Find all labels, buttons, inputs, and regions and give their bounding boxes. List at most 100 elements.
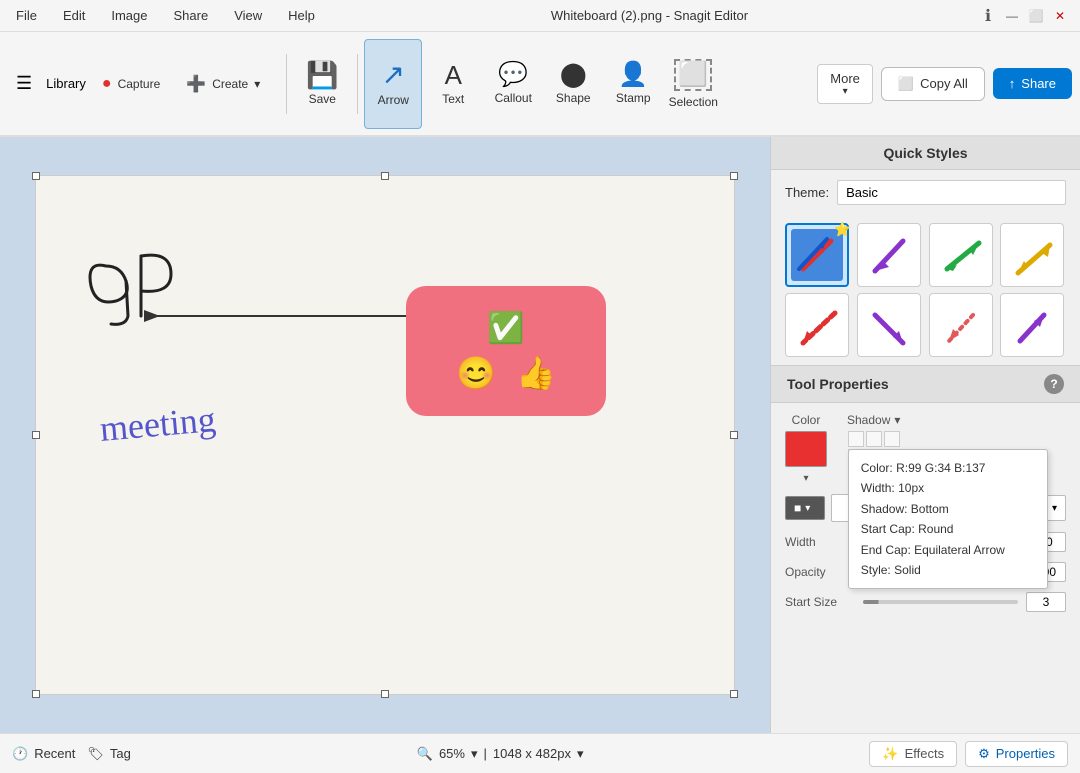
handle-tl[interactable] [32,172,40,180]
library-button[interactable]: Library [46,76,86,91]
properties-icon: ⚙ [978,746,990,762]
handle-bl[interactable] [32,690,40,698]
stamp-tool-button[interactable]: 👤 Stamp [604,39,662,129]
handwriting-meeting: meeting [96,396,346,459]
zoom-level[interactable]: 65% [439,746,465,761]
menu-image[interactable]: Image [107,6,151,25]
menu-view[interactable]: View [230,6,266,25]
handle-bc[interactable] [381,690,389,698]
arrow-dropdown-icon[interactable]: ▾ [1052,503,1057,514]
callout-tool-button[interactable]: 💬 Callout [484,39,542,129]
dimensions-dropdown-icon[interactable]: ▾ [577,746,584,762]
window-title: Whiteboard (2).png - Snagit Editor [319,8,980,23]
color-section: Color ▾ [785,413,827,484]
create-button[interactable]: ➕ Create ▾ [176,66,270,102]
canvas-area[interactable]: meeting ✅ [0,137,770,733]
width-label: Width [785,535,855,549]
bottom-left-section: 🕐 Recent 🏷 Tag [12,746,131,762]
zoom-dropdown-icon[interactable]: ▾ [471,746,478,762]
shadow-dropdown-icon[interactable]: ▾ [894,413,900,427]
help-button[interactable]: ? [1044,374,1064,394]
sidebar-toggle[interactable]: ☰ [8,69,40,98]
tooltip-width: Width: 10px [861,478,1035,498]
toolbar-divider-2 [357,54,358,114]
style-item-6[interactable] [857,293,921,357]
right-panel: Quick Styles Theme: Basic ⭐ [770,137,1080,733]
color-label: Color [792,413,821,427]
toolbar-left-section: ☰ Library ● Capture ➕ Create ▾ [8,66,270,102]
recent-button[interactable]: 🕐 Recent [12,746,75,762]
theme-select[interactable]: Basic [837,180,1066,205]
line-start-btn[interactable]: ■ ▾ [785,496,825,520]
recent-icon: 🕐 [12,746,28,762]
separator: | [484,746,487,761]
save-button[interactable]: 💾 Save [293,39,351,129]
menu-share[interactable]: Share [170,6,213,25]
theme-row: Theme: Basic [771,170,1080,215]
bottom-center-section: 🔍 65% ▾ | 1048 x 482px ▾ [143,746,858,762]
main-content: meeting ✅ [0,137,1080,733]
style-item-4[interactable] [1000,223,1064,287]
share-button[interactable]: ↑ Share [993,68,1072,99]
start-size-slider[interactable] [863,600,1018,604]
restore-button[interactable]: ⬜ [1028,8,1044,24]
more-button[interactable]: More ▾ [817,64,873,104]
start-size-value[interactable]: 3 [1026,592,1066,612]
line-start-dropdown-icon[interactable]: ▾ [805,503,810,514]
toolbar-divider-1 [286,54,287,114]
star-badge: ⭐ [834,221,851,238]
emoji-row: ✅ [487,311,524,346]
text-tool-button[interactable]: A Text [424,39,482,129]
menu-help[interactable]: Help [284,6,319,25]
selection-tool-button[interactable]: ⬜ Selection [664,39,722,129]
style-item-3[interactable] [929,223,993,287]
handle-mr[interactable] [730,431,738,439]
handle-br[interactable] [730,690,738,698]
capture-button[interactable]: ● Capture [92,66,170,102]
shadow-cell-tr[interactable] [884,431,900,447]
minimize-button[interactable]: — [1004,8,1020,24]
whiteboard[interactable]: meeting ✅ [35,175,735,695]
zoom-out-icon[interactable]: 🔍 [417,746,433,762]
info-icon[interactable]: ℹ [980,8,996,24]
menu-file[interactable]: File [12,6,41,25]
opacity-label: Opacity [785,565,855,579]
tooltip-shadow: Shadow: Bottom [861,499,1035,519]
style-item-7[interactable] [929,293,993,357]
checkmark-emoji: ✅ [487,311,524,346]
properties-button[interactable]: ⚙ Properties [965,741,1068,767]
shape-icon: ⬤ [560,63,587,87]
handle-tc[interactable] [381,172,389,180]
copyall-button[interactable]: ⬜ Copy All [881,67,985,101]
menu-bar: File Edit Image Share View Help [12,6,319,25]
arrow-tool-button[interactable]: ↗ Arrow [364,39,422,129]
handle-ml[interactable] [32,431,40,439]
tooltip-end-cap: End Cap: Equilateral Arrow [861,540,1035,560]
close-button[interactable]: ✕ [1052,8,1068,24]
style-item-2[interactable]: Color: R:99 G:34 B:137 Width: 10px Shado… [857,223,921,287]
menu-edit[interactable]: Edit [59,6,89,25]
theme-label: Theme: [785,185,829,200]
shape-tool-button[interactable]: ⬤ Shape [544,39,602,129]
effects-button[interactable]: ✨ Effects [869,741,957,767]
thumbsup-emoji: 👍 [516,354,556,392]
toolbar-right-section: More ▾ ⬜ Copy All ↑ Share [817,64,1072,104]
smiley-emoji: 😊 [456,354,496,392]
color-dropdown-icon[interactable]: ▾ [803,473,808,484]
dimensions-label: 1048 x 482px [493,746,571,761]
shadow-cell-tl[interactable] [848,431,864,447]
shadow-cell-tc[interactable] [866,431,882,447]
style-item-5[interactable] [785,293,849,357]
window-controls: ℹ — ⬜ ✕ [980,8,1068,24]
create-plus-icon: ➕ [186,74,206,94]
start-size-row: Start Size 3 [785,592,1066,612]
color-swatch[interactable] [785,431,827,467]
handle-tr[interactable] [730,172,738,180]
style-item-8[interactable] [1000,293,1064,357]
text-icon: A [445,62,462,88]
bottom-bar: 🕐 Recent 🏷 Tag 🔍 65% ▾ | 1048 x 482px ▾ … [0,733,1080,773]
style-item-1[interactable]: ⭐ [785,223,849,287]
styles-grid: ⭐ Color: R:99 G:34 B:137 [771,215,1080,365]
tag-button[interactable]: 🏷 Tag [87,746,130,762]
title-bar: File Edit Image Share View Help Whiteboa… [0,0,1080,32]
